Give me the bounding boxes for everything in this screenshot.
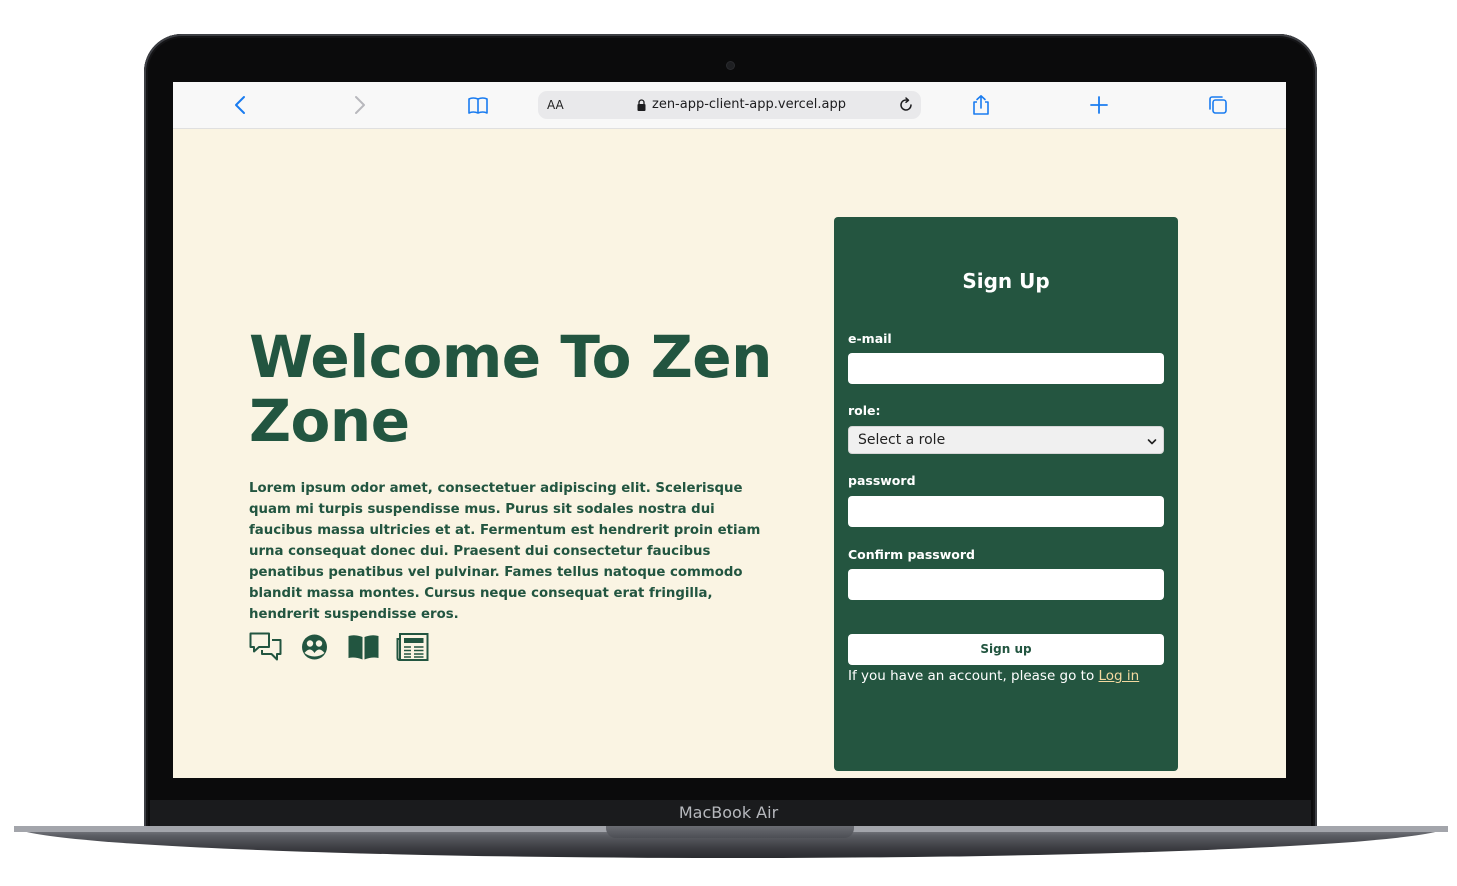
feature-icons (249, 632, 429, 662)
confirm-password-label: Confirm password (848, 547, 975, 562)
reload-icon[interactable] (897, 96, 915, 114)
password-field[interactable] (848, 496, 1164, 527)
device-label: MacBook Air (678, 803, 779, 822)
signup-card: Sign Up e-mail role: Select a role passw… (834, 217, 1178, 771)
email-field[interactable] (848, 353, 1164, 384)
community-icon (298, 632, 331, 662)
role-label: role: (848, 403, 881, 418)
reader-button[interactable]: AA (547, 98, 564, 112)
newspaper-icon (396, 632, 429, 662)
tabs-icon[interactable] (1207, 94, 1229, 116)
new-tab-icon[interactable] (1088, 94, 1110, 116)
address-bar[interactable]: AA zen-app-client-app.vercel.app (538, 91, 921, 119)
chevron-down-icon (1147, 435, 1157, 445)
bookmarks-icon[interactable] (467, 94, 489, 116)
role-select[interactable]: Select a role (848, 426, 1164, 454)
forward-icon[interactable] (348, 94, 370, 116)
browser-toolbar: AA zen-app-client-app.vercel.app (173, 82, 1286, 129)
lock-icon (637, 98, 646, 111)
screen: AA zen-app-client-app.vercel.app Welcome… (173, 82, 1286, 778)
login-prompt: If you have an account, please go to Log… (848, 668, 1139, 684)
signup-button[interactable]: Sign up (848, 634, 1164, 665)
hero-title: Welcome To Zen Zone (249, 323, 772, 455)
url-text: zen-app-client-app.vercel.app (652, 97, 847, 112)
back-icon[interactable] (230, 94, 252, 116)
role-select-value: Select a role (858, 432, 946, 448)
hero-description: Lorem ipsum odor amet, consectetuer adip… (249, 481, 761, 622)
chat-icon (249, 632, 282, 662)
password-label: password (848, 473, 916, 488)
book-icon (347, 632, 380, 662)
email-label: e-mail (848, 331, 892, 346)
login-link[interactable]: Log in (1099, 668, 1140, 684)
laptop-notch (606, 826, 854, 838)
login-prompt-text: If you have an account, please go to (848, 668, 1099, 684)
camera-icon (727, 62, 734, 69)
confirm-password-field[interactable] (848, 569, 1164, 600)
share-icon[interactable] (970, 94, 992, 116)
signup-title: Sign Up (962, 269, 1050, 293)
